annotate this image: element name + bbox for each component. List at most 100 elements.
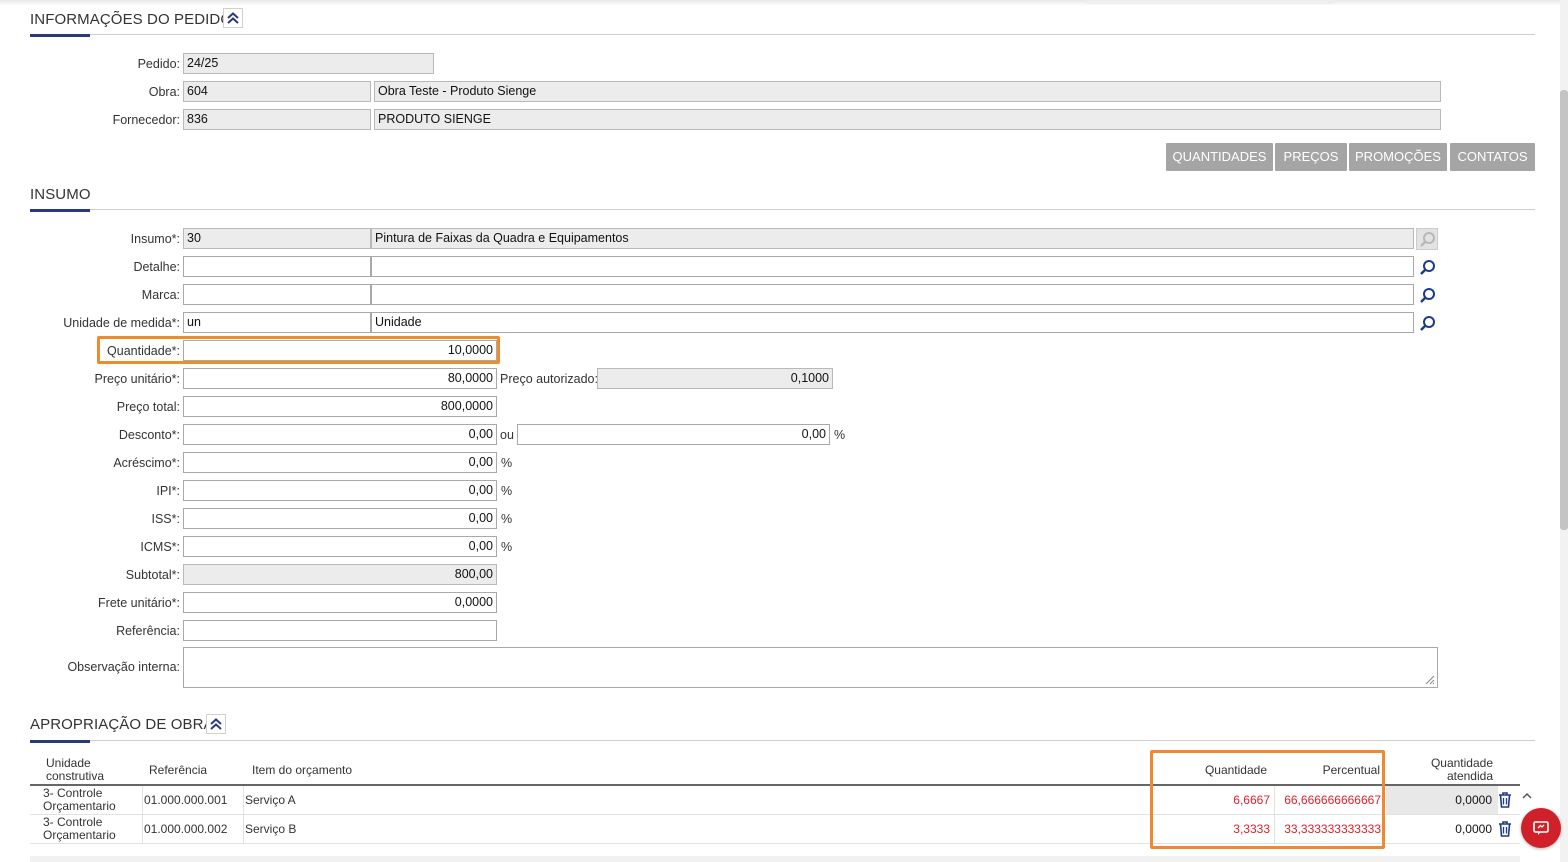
col-qtd-atendida-header-line2: atendida — [1446, 769, 1493, 783]
col-referencia-header[interactable]: Referência — [149, 764, 207, 777]
magnifier-icon — [1419, 259, 1435, 275]
col-quantidade-header[interactable]: Quantidade — [1160, 764, 1267, 777]
pedido-field: 24/25 — [183, 53, 434, 74]
desconto-percent-input[interactable]: 0,00 — [517, 424, 830, 445]
tab-quantidades-button[interactable]: QUANTIDADES — [1166, 143, 1273, 171]
tab-precos-button[interactable]: PREÇOS — [1275, 143, 1347, 171]
table-row[interactable]: 3- Controle Orçamentario 01.000.000.001 … — [30, 786, 1520, 815]
grid-horizontal-scrollbar[interactable] — [30, 856, 1520, 862]
desconto-percent-sign: % — [834, 428, 846, 442]
preco-autorizado-field: 0,1000 — [597, 368, 833, 389]
obra-code-field: 604 — [183, 81, 371, 102]
icms-label: ICMS*: — [140, 540, 180, 554]
preco-unitario-label: Preço unitário*: — [94, 372, 180, 386]
obra-name-field: Obra Teste - Produto Sienge — [374, 81, 1441, 102]
referencia-input[interactable] — [183, 620, 497, 641]
desconto-input[interactable]: 0,00 — [183, 424, 497, 445]
preco-autorizado-label: Preço autorizado: — [500, 372, 598, 386]
unidade-label: Unidade de medida*: — [63, 316, 180, 330]
quantidade-input[interactable]: 10,0000 — [183, 340, 497, 361]
iss-input[interactable]: 0,00 — [183, 508, 497, 529]
frete-input[interactable]: 0,0000 — [183, 592, 497, 613]
observacao-textarea[interactable] — [183, 647, 1438, 688]
double-chevron-up-icon — [227, 12, 239, 24]
row-qtd-atendida-cell: 0,0000 — [1386, 786, 1498, 814]
order-info-divider — [30, 34, 1535, 35]
row-quantidade-cell[interactable]: 3,3333 — [1160, 823, 1270, 836]
order-info-title: INFORMAÇÕES DO PEDIDO — [30, 11, 233, 28]
ipi-input[interactable]: 0,00 — [183, 480, 497, 501]
marca-label: Marca: — [141, 288, 180, 302]
unidade-search-button[interactable] — [1416, 312, 1438, 334]
desconto-label: Desconto*: — [118, 428, 180, 442]
detalhe-search-button[interactable] — [1416, 256, 1438, 278]
marca-code-input[interactable] — [183, 284, 371, 305]
insumo-divider — [30, 209, 1535, 210]
ipi-label: IPI*: — [156, 484, 180, 498]
fornecedor-code-field: 836 — [183, 109, 371, 130]
preco-unitario-input[interactable]: 80,0000 — [183, 368, 497, 389]
row-quantidade-cell[interactable]: 6,6667 — [1160, 794, 1270, 807]
insumo-accent — [30, 209, 90, 212]
detalhe-code-input[interactable] — [183, 256, 371, 277]
unidade-code-input[interactable]: un — [183, 312, 371, 333]
double-chevron-up-icon — [210, 718, 222, 730]
row-item-cell: Serviço A — [245, 793, 296, 807]
grid-scroll-up-icon[interactable] — [1520, 789, 1534, 803]
row-referencia-cell: 01.000.000.001 — [144, 793, 228, 807]
trash-icon[interactable] — [1497, 791, 1513, 809]
row-percentual-cell[interactable]: 66,666666666667 — [1276, 794, 1381, 807]
marca-search-button[interactable] — [1416, 284, 1438, 306]
pedido-label: Pedido: — [137, 57, 180, 71]
acrescimo-label: Acréscimo*: — [113, 456, 180, 470]
col-percentual-header[interactable]: Percentual — [1280, 764, 1380, 777]
tab-promocoes-button[interactable]: PROMOÇÕES — [1349, 143, 1447, 171]
apropriacao-title: APROPRIAÇÃO DE OBRA — [30, 716, 214, 733]
resize-grip-icon[interactable] — [1423, 673, 1435, 685]
observacao-label: Observação interna: — [67, 660, 180, 674]
chat-icon — [1533, 821, 1549, 835]
insumo-label: Insumo*: — [130, 232, 180, 246]
iss-percent-sign: % — [501, 512, 513, 526]
row-unidade-line2: Orçamentario — [43, 828, 116, 842]
referencia-label: Referência: — [116, 624, 180, 638]
trash-icon[interactable] — [1497, 820, 1513, 838]
fornecedor-name-field: PRODUTO SIENGE — [374, 109, 1441, 130]
ou-label: ou — [500, 428, 514, 442]
magnifier-icon — [1419, 315, 1435, 331]
row-percentual-cell[interactable]: 33,333333333333 — [1276, 823, 1381, 836]
preco-total-input[interactable]: 800,0000 — [183, 396, 497, 417]
unidade-name-input[interactable]: Unidade — [371, 312, 1414, 333]
col-qtd-atendida-header[interactable]: Quantidade atendida — [1390, 757, 1493, 783]
insumo-title: INSUMO — [30, 186, 91, 203]
apropriacao-divider — [30, 740, 1535, 741]
chat-button[interactable] — [1521, 808, 1561, 848]
insumo-search-button — [1416, 228, 1438, 250]
magnifier-icon — [1419, 287, 1435, 303]
icms-percent-sign: % — [501, 540, 513, 554]
icms-input[interactable]: 0,00 — [183, 536, 497, 557]
row-unidade-cell: 3- Controle Orçamentario — [43, 787, 116, 813]
row-unidade-line2: Orçamentario — [43, 799, 116, 813]
row-referencia-cell: 01.000.000.002 — [144, 822, 228, 836]
subtotal-label: Subtotal*: — [125, 568, 180, 582]
page-scrollbar[interactable] — [1560, 0, 1568, 862]
fornecedor-label: Fornecedor: — [112, 113, 180, 127]
collapse-apropriacao-button[interactable] — [206, 714, 226, 734]
row-item-cell: Serviço B — [245, 822, 297, 836]
detalhe-label: Detalhe: — [133, 260, 180, 274]
acrescimo-input[interactable]: 0,00 — [183, 452, 497, 473]
acrescimo-percent-sign: % — [501, 456, 513, 470]
marca-name-input[interactable] — [371, 284, 1414, 305]
row-unidade-cell: 3- Controle Orçamentario — [43, 816, 116, 842]
table-row[interactable]: 3- Controle Orçamentario 01.000.000.002 … — [30, 815, 1520, 844]
col-unidade-header[interactable]: Unidade construtiva — [46, 757, 104, 783]
iss-label: ISS*: — [151, 512, 181, 526]
tab-contatos-button[interactable]: CONTATOS — [1450, 143, 1535, 171]
collapse-order-info-button[interactable] — [223, 8, 243, 28]
page-scroll-thumb[interactable] — [1560, 90, 1568, 530]
detalhe-name-input[interactable] — [371, 256, 1414, 277]
top-search-hint — [1085, 0, 1335, 4]
col-item-header[interactable]: Item do orçamento — [252, 764, 352, 777]
apropriacao-accent — [30, 740, 90, 743]
